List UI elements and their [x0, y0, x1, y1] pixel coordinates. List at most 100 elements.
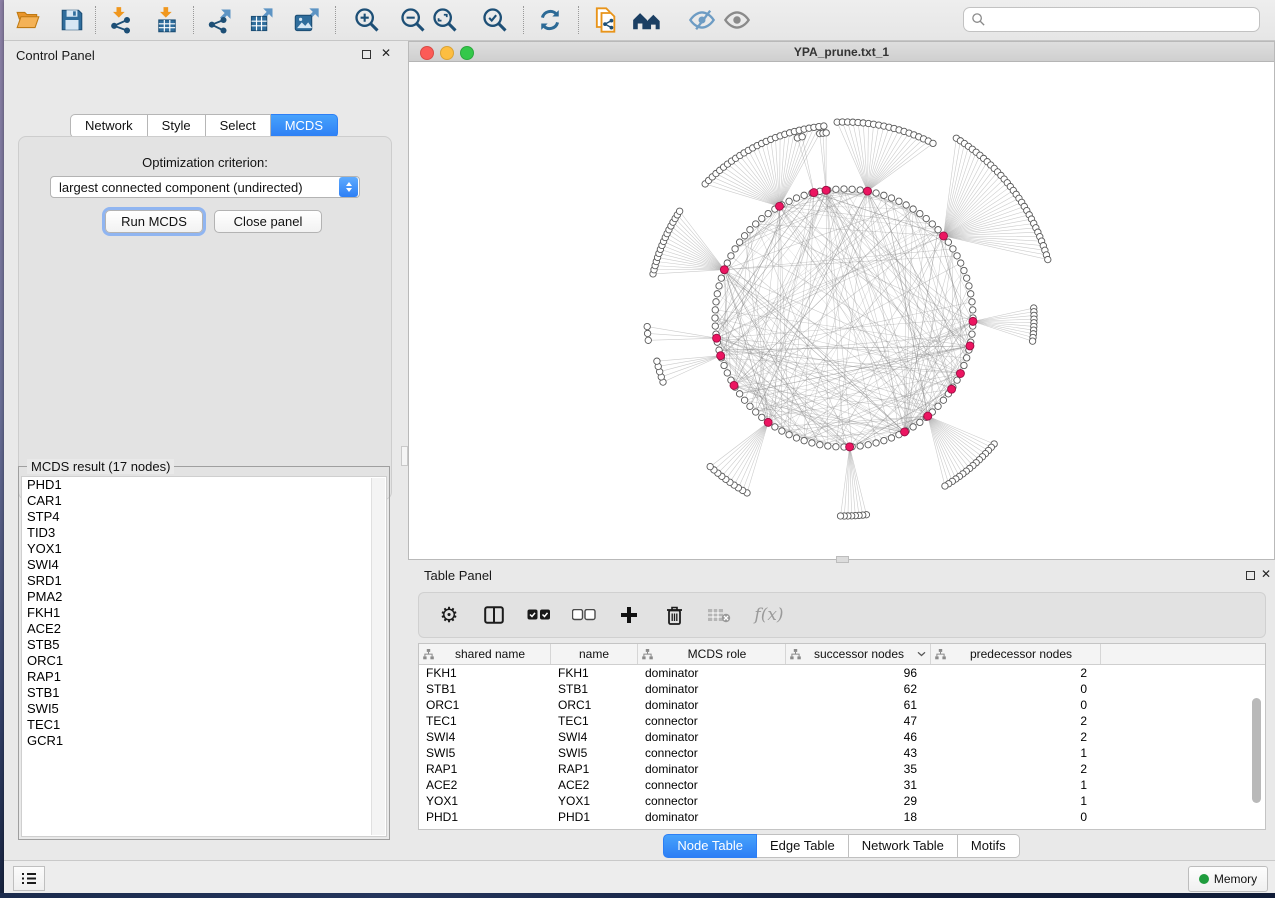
- duplicate-network-button[interactable]: [588, 4, 622, 36]
- graph-dominator-node[interactable]: [846, 443, 854, 451]
- table-cell[interactable]: SWI4: [419, 729, 551, 745]
- column-header-shared-name[interactable]: shared name: [419, 644, 551, 664]
- close-table-panel-icon[interactable]: ✕: [1261, 567, 1271, 581]
- tab-network-table[interactable]: Network Table: [849, 834, 958, 858]
- graph-node[interactable]: [712, 315, 718, 321]
- table-row[interactable]: ORC1ORC1dominator610: [419, 697, 1265, 713]
- graph-node[interactable]: [910, 206, 916, 212]
- first-neighbors-button[interactable]: [630, 4, 664, 36]
- table-cell[interactable]: RAP1: [419, 761, 551, 777]
- column-header-successor-nodes[interactable]: successor nodes: [786, 644, 931, 664]
- graph-node[interactable]: [930, 140, 936, 146]
- graph-node[interactable]: [747, 403, 753, 409]
- graph-node[interactable]: [837, 513, 843, 519]
- create-column-button[interactable]: [617, 603, 641, 627]
- table-cell[interactable]: STB1: [551, 681, 638, 697]
- graph-node[interactable]: [963, 355, 969, 361]
- table-row[interactable]: ACE2ACE2connector311: [419, 777, 1265, 793]
- graph-node[interactable]: [759, 215, 765, 221]
- graph-dominator-node[interactable]: [720, 266, 728, 274]
- table-cell[interactable]: dominator: [638, 697, 786, 713]
- graph-node[interactable]: [910, 424, 916, 430]
- float-panel-icon[interactable]: [362, 50, 371, 59]
- mcds-result-item[interactable]: RAP1: [22, 669, 386, 685]
- graph-node[interactable]: [793, 435, 799, 441]
- graph-node[interactable]: [881, 437, 887, 443]
- graph-node[interactable]: [929, 221, 935, 227]
- graph-node[interactable]: [712, 323, 718, 329]
- graph-node[interactable]: [821, 123, 827, 129]
- table-cell[interactable]: SWI4: [551, 729, 638, 745]
- mcds-result-item[interactable]: ORC1: [22, 653, 386, 669]
- memory-button[interactable]: Memory: [1188, 866, 1268, 892]
- table-cell[interactable]: ACE2: [551, 777, 638, 793]
- graph-node[interactable]: [801, 192, 807, 198]
- mcds-result-item[interactable]: TID3: [22, 525, 386, 541]
- graph-node[interactable]: [741, 397, 747, 403]
- graph-node[interactable]: [676, 208, 682, 214]
- zoom-fit-button[interactable]: [428, 4, 462, 36]
- table-cell[interactable]: YOX1: [419, 793, 551, 809]
- graph-dominator-node[interactable]: [822, 186, 830, 194]
- graph-node[interactable]: [1029, 338, 1035, 344]
- graph-node[interactable]: [779, 428, 785, 434]
- graph-node[interactable]: [857, 187, 863, 193]
- graph-node[interactable]: [747, 226, 753, 232]
- graph-node[interactable]: [786, 198, 792, 204]
- table-cell[interactable]: FKH1: [419, 665, 551, 681]
- table-row[interactable]: SWI4SWI4dominator462: [419, 729, 1265, 745]
- node-table[interactable]: shared namenameMCDS rolesuccessor nodesp…: [418, 643, 1266, 830]
- table-cell[interactable]: 2: [931, 665, 1101, 681]
- graph-node[interactable]: [772, 424, 778, 430]
- graph-node[interactable]: [849, 186, 855, 192]
- table-cell[interactable]: 2: [931, 761, 1101, 777]
- select-all-rows-button[interactable]: [527, 603, 551, 627]
- save-session-button[interactable]: [55, 4, 89, 36]
- graph-dominator-node[interactable]: [810, 189, 818, 197]
- graph-node[interactable]: [940, 397, 946, 403]
- search-input[interactable]: [991, 11, 1259, 28]
- column-layout-button[interactable]: [482, 603, 506, 627]
- graph-node[interactable]: [724, 370, 730, 376]
- table-cell[interactable]: 31: [786, 777, 931, 793]
- mcds-result-list[interactable]: PHD1CAR1STP4TID3YOX1SWI4SRD1PMA2FKH1ACE2…: [21, 476, 387, 837]
- table-cell[interactable]: connector: [638, 793, 786, 809]
- table-row[interactable]: YOX1YOX1connector291: [419, 793, 1265, 809]
- tab-select[interactable]: Select: [206, 114, 271, 138]
- table-cell[interactable]: 43: [786, 745, 931, 761]
- graph-node[interactable]: [707, 463, 713, 469]
- mcds-result-item[interactable]: SWI5: [22, 701, 386, 717]
- table-cell[interactable]: RAP1: [551, 761, 638, 777]
- table-cell[interactable]: ORC1: [419, 697, 551, 713]
- graph-dominator-node[interactable]: [948, 385, 956, 393]
- graph-node[interactable]: [917, 419, 923, 425]
- table-cell[interactable]: 29: [786, 793, 931, 809]
- mcds-result-item[interactable]: PMA2: [22, 589, 386, 605]
- graph-node[interactable]: [917, 210, 923, 216]
- graph-dominator-node[interactable]: [713, 334, 721, 342]
- graph-node[interactable]: [896, 198, 902, 204]
- graph-node[interactable]: [833, 444, 839, 450]
- network-canvas[interactable]: [409, 62, 1274, 559]
- table-cell[interactable]: 1: [931, 745, 1101, 761]
- graph-node[interactable]: [786, 432, 792, 438]
- graph-node[interactable]: [873, 190, 879, 196]
- table-cell[interactable]: dominator: [638, 681, 786, 697]
- table-cell[interactable]: dominator: [638, 665, 786, 681]
- table-cell[interactable]: 47: [786, 713, 931, 729]
- graph-node[interactable]: [809, 440, 815, 446]
- tab-network[interactable]: Network: [70, 114, 148, 138]
- graph-node[interactable]: [721, 362, 727, 368]
- graph-node[interactable]: [799, 134, 805, 140]
- graph-node[interactable]: [865, 442, 871, 448]
- table-cell[interactable]: dominator: [638, 761, 786, 777]
- horizontal-splitter-grabber[interactable]: [836, 556, 849, 563]
- refresh-button[interactable]: [533, 4, 567, 36]
- graph-node[interactable]: [801, 437, 807, 443]
- delete-column-button[interactable]: [662, 603, 686, 627]
- vertical-splitter[interactable]: [400, 41, 408, 855]
- graph-node[interactable]: [732, 246, 738, 252]
- table-cell[interactable]: 2: [931, 729, 1101, 745]
- criterion-dropdown[interactable]: largest connected component (undirected): [50, 176, 360, 198]
- table-row[interactable]: PHD1PHD1dominator180: [419, 809, 1265, 825]
